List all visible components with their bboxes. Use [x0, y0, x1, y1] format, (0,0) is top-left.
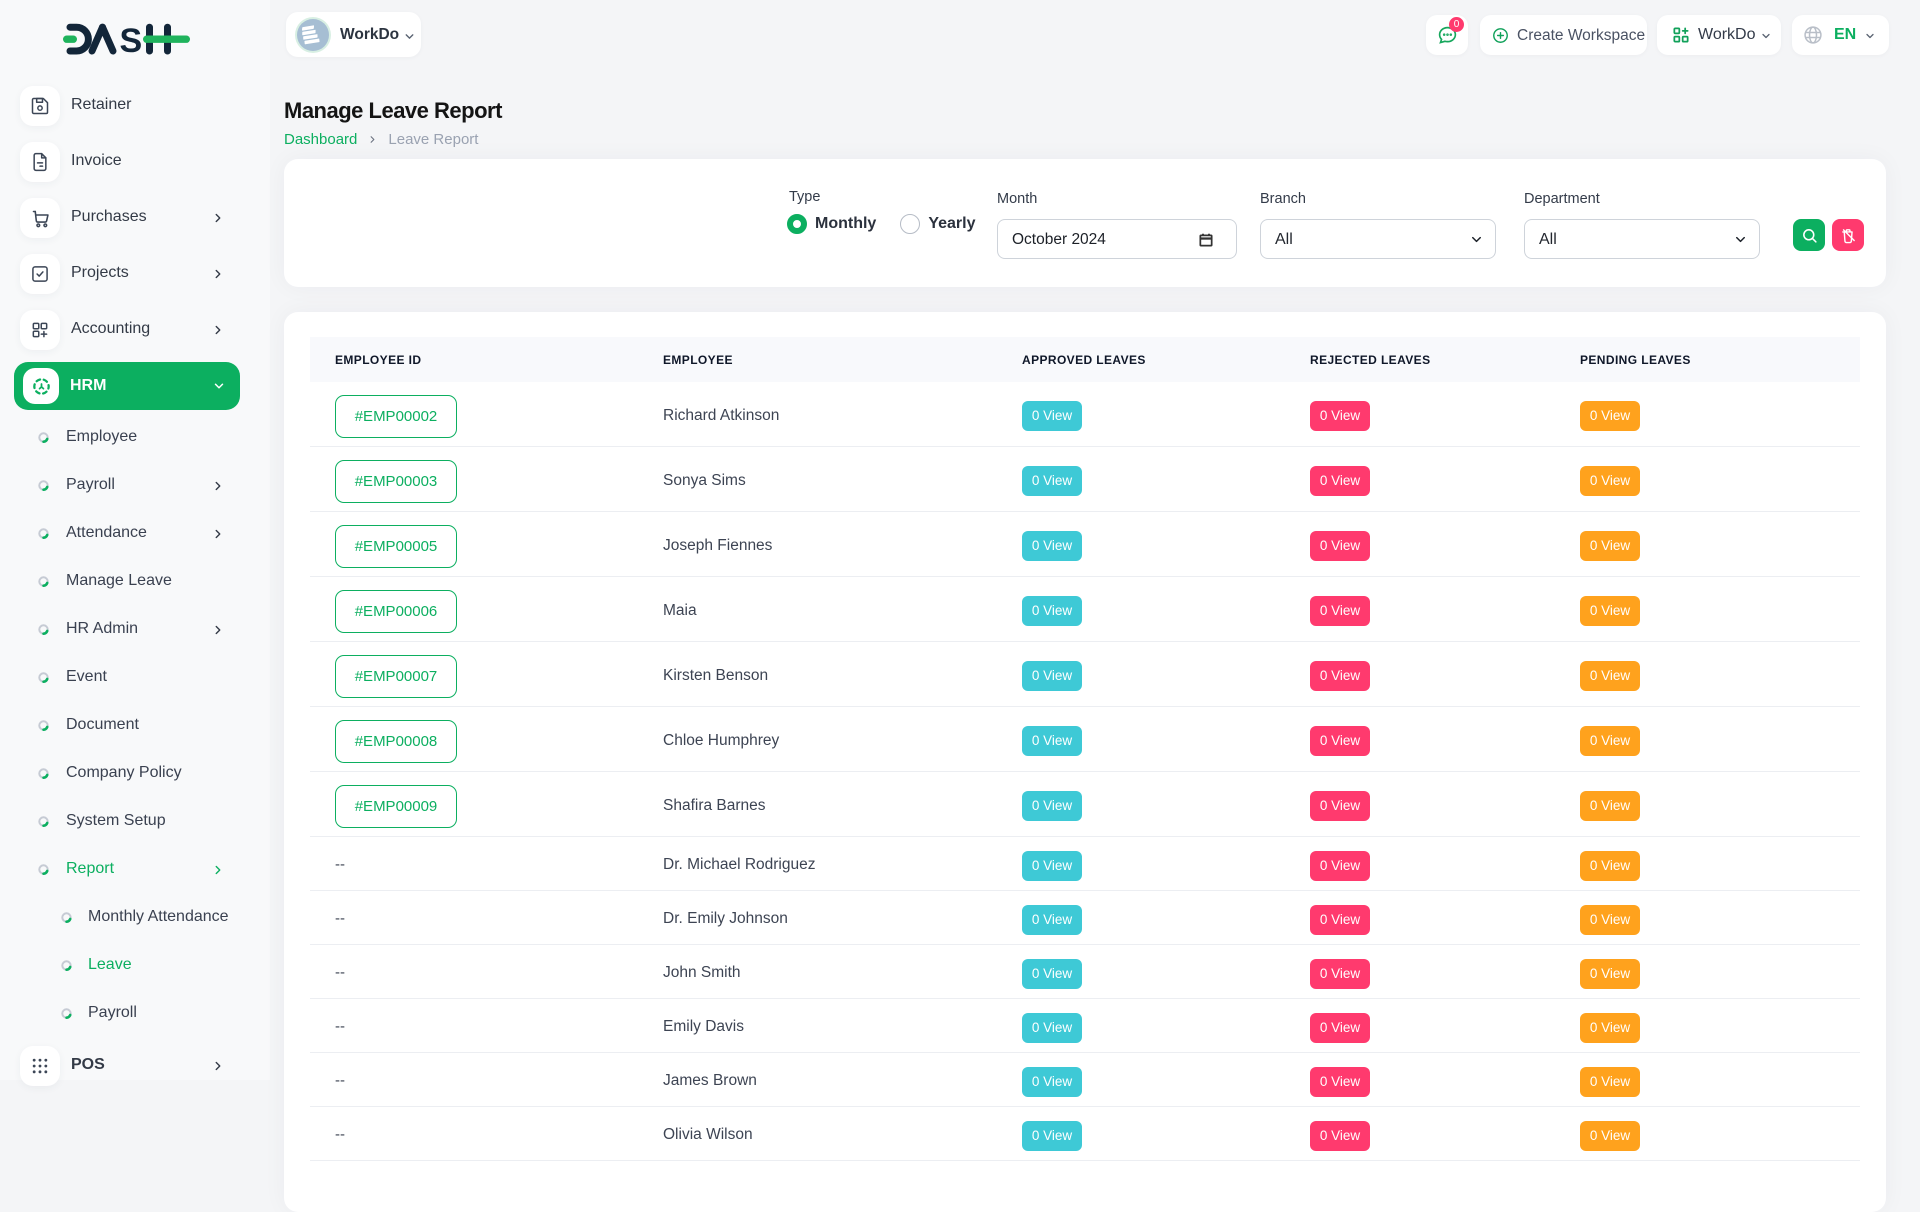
- svg-text:S: S: [120, 22, 143, 57]
